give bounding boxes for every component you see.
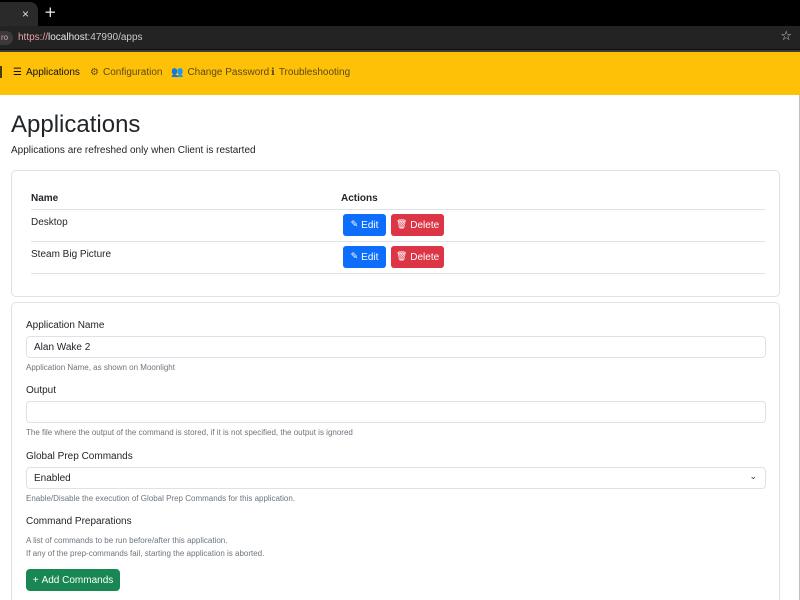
edit-icon: ✎ [350,252,359,262]
applications-table-card: Name Actions Desktop ✎ Edit 🗑 Delete Ste… [11,170,780,297]
delete-button[interactable]: 🗑 Delete [391,214,444,236]
nav-item-label: Troubleshooting [278,67,351,78]
nav-item-label: Configuration [102,67,163,78]
nav-item-label: Change Password [187,67,270,78]
table-divider [31,241,765,242]
list-icon: ☰ [13,67,22,78]
close-tab-icon[interactable]: × [22,7,29,21]
global-prep-selected-value: Enabled [34,473,71,484]
delete-button-label: Delete [410,251,440,263]
nav-item-label: Applications [25,67,80,78]
command-preparations-help-abort: If any of the prep-commands fail, starti… [26,549,265,558]
page-subtitle: Applications are refreshed only when Cli… [11,145,256,156]
browser-address-bar: ro https://localhost:47990/apps ☆ [0,26,800,50]
url-field[interactable]: https://localhost:47990/apps [18,32,143,43]
new-tab-icon[interactable]: + [44,3,57,21]
column-header-name: Name [31,193,59,204]
application-edit-form: Application Name Alan Wake 2 Application… [11,302,780,600]
chevron-down-icon: ⌄ [749,472,757,482]
command-preparations-help: A list of commands to be run before/afte… [26,536,228,545]
user-lock-icon: 👥 [171,67,184,78]
url-scheme: https:// [18,32,49,43]
output-help: The file where the output of the command… [26,428,353,437]
output-label: Output [26,385,57,396]
edit-button-label: Edit [361,219,379,231]
edit-button[interactable]: ✎ Edit [343,214,386,236]
nav-item-change-password[interactable]: 👥 Change Password [171,67,269,78]
output-input[interactable] [26,401,766,423]
edit-icon: ✎ [350,220,359,230]
browser-tab-bar: × + [0,0,800,26]
add-commands-label: Add Commands [41,574,114,586]
info-icon: ℹ [271,67,275,78]
command-preparations-label: Command Preparations [26,516,132,527]
table-divider [31,273,765,274]
gear-icon: ⚙ [90,67,99,78]
global-prep-select[interactable]: Enabled ⌄ [26,467,766,489]
app-name-help: Application Name, as shown on Moonlight [26,363,175,372]
app-name-input[interactable]: Alan Wake 2 [26,336,766,358]
app-name-cell: Steam Big Picture [31,249,112,260]
edit-button-label: Edit [361,251,379,263]
column-header-actions: Actions [341,193,378,204]
plus-icon: + [32,574,39,586]
global-prep-label: Global Prep Commands [26,451,133,462]
delete-button-label: Delete [410,219,440,231]
add-commands-button[interactable]: + Add Commands [26,569,120,591]
bookmark-star-icon[interactable]: ☆ [780,29,792,44]
url-host: localhost [48,32,88,43]
app-name-label: Application Name [26,320,105,331]
delete-button[interactable]: 🗑 Delete [391,246,444,268]
top-navbar: ☰ Applications ⚙ Configuration 👥 Change … [0,52,800,95]
page-title: Applications [11,111,141,138]
profile-badge[interactable]: ro [0,31,13,45]
trash-icon: 🗑 [395,252,408,262]
browser-tab[interactable]: × [0,2,38,26]
table-divider [31,209,765,210]
global-prep-help: Enable/Disable the execution of Global P… [26,494,296,503]
trash-icon: 🗑 [395,220,408,230]
edit-button[interactable]: ✎ Edit [343,246,386,268]
nav-item-troubleshooting[interactable]: ℹ Troubleshooting [271,67,350,78]
nav-item-configuration[interactable]: ⚙ Configuration [90,67,162,78]
brand-edge [0,66,3,78]
url-path: :47990/apps [87,32,143,43]
nav-item-applications[interactable]: ☰ Applications [13,67,80,78]
app-name-cell: Desktop [31,217,68,228]
